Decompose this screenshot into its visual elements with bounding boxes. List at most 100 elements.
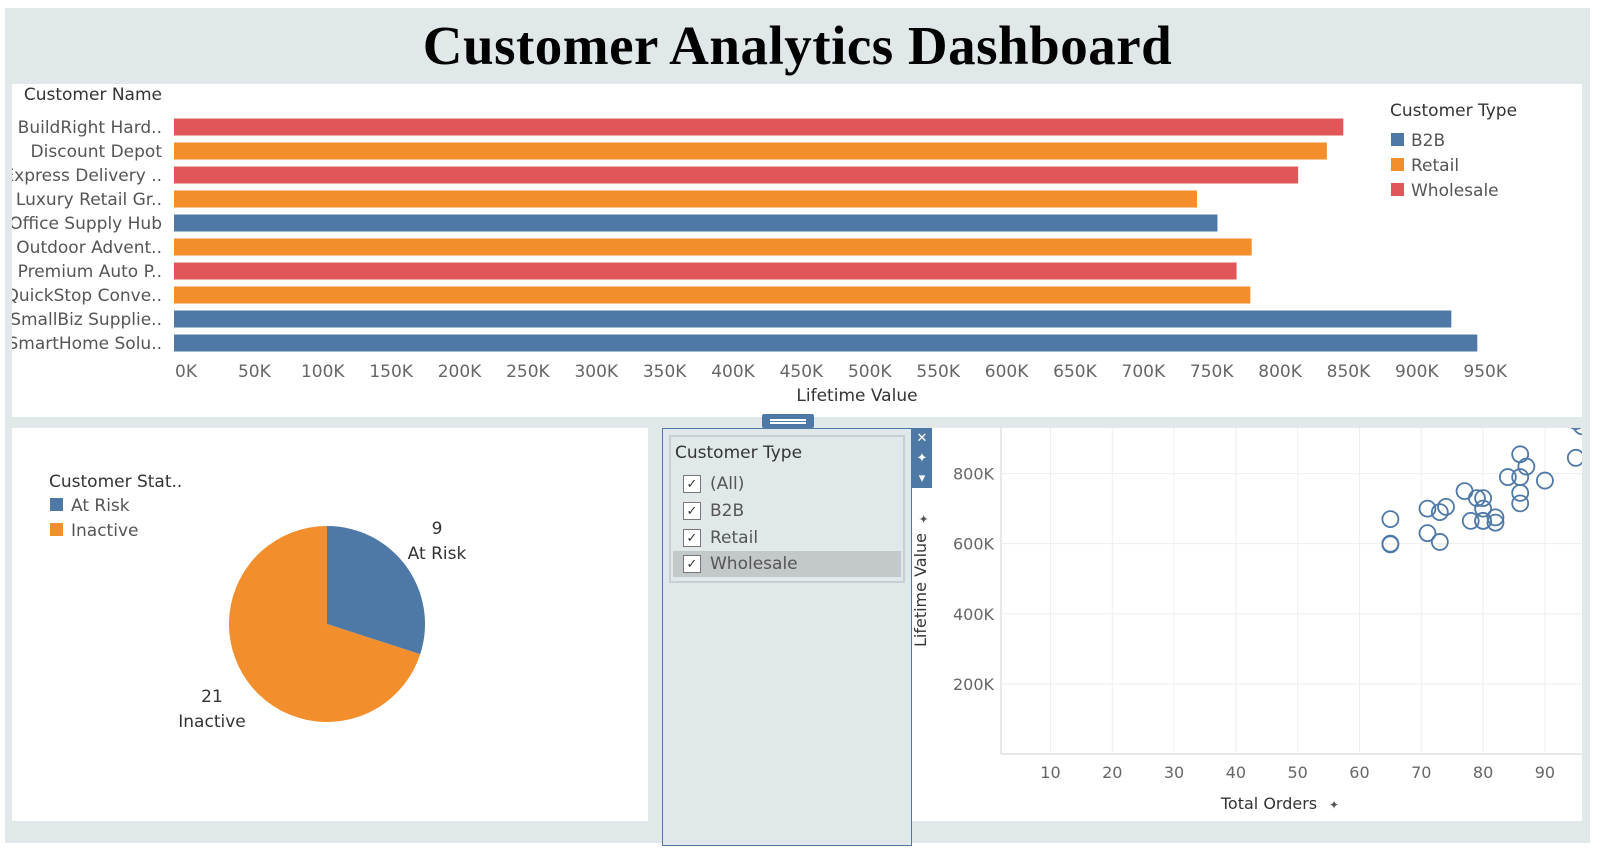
bar-tick-label: 550K <box>916 362 960 382</box>
scatter-x-tick-label: 80 <box>1473 763 1493 782</box>
pie-label-at-risk-name: At Risk <box>408 544 467 564</box>
scatter-x-tick-label: 70 <box>1411 763 1431 782</box>
legend-swatch <box>1391 133 1404 146</box>
bar-category-label: QuickStop Conve.. <box>12 286 162 306</box>
scatter-chart-panel: 200K 400K 600K 800K 10 20 30 40 50 60 70 80 90 Life… <box>901 412 1591 821</box>
bar-tick-label: 450K <box>780 362 824 382</box>
bar-tick-label: 850K <box>1327 362 1371 382</box>
legend-label: Wholesale <box>1411 181 1499 201</box>
scatter-point[interactable] <box>1566 448 1585 467</box>
bar-tick-label: 950K <box>1463 362 1507 382</box>
scatter-y-tick-label: 200K <box>953 675 995 694</box>
pie-chart[interactable]: Customer Stat.. At Risk Inactive 9 At Ris… <box>12 428 648 821</box>
bar[interactable] <box>174 334 1478 352</box>
bar[interactable] <box>174 310 1452 328</box>
filter-item-label: Retail <box>710 528 759 548</box>
close-icon[interactable]: ✕ <box>912 428 932 448</box>
scatter-y-tick-label: 600K <box>953 535 995 554</box>
filter-item-all[interactable]: ✓ (All) <box>673 471 901 497</box>
bar-tick-label: 150K <box>369 362 413 382</box>
bar-chart[interactable]: Customer Name BuildRight Hard.. Discount … <box>3 84 1582 417</box>
filter-title: Customer Type <box>675 443 803 463</box>
filter-item-wholesale[interactable]: ✓ Wholesale <box>673 551 901 577</box>
scatter-x-tick-label: 30 <box>1164 763 1184 782</box>
scatter-point[interactable] <box>1511 494 1530 513</box>
scatter-chart[interactable]: 200K 400K 600K 800K 10 20 30 40 50 60 70 80 90 Life… <box>901 412 1591 821</box>
bar-category-label: SmartHome Solu.. <box>12 334 162 354</box>
drag-handle[interactable] <box>762 414 814 428</box>
bar-tick-label: 500K <box>848 362 892 382</box>
bar-tick-label: 700K <box>1122 362 1166 382</box>
bar[interactable] <box>174 214 1218 232</box>
scatter-x-title: Total Orders <box>1220 794 1317 813</box>
scatter-point[interactable] <box>1381 510 1400 529</box>
pie-label-at-risk-count: 9 <box>432 519 443 539</box>
scatter-x-tick-label: 60 <box>1349 763 1369 782</box>
bar-category-label: Outdoor Advent.. <box>16 238 162 258</box>
legend-swatch <box>50 498 63 511</box>
filter-item-label: B2B <box>710 501 745 521</box>
bar-tick-label: 600K <box>985 362 1029 382</box>
pie-label-inactive-name: Inactive <box>178 712 245 732</box>
scatter-y-tick-label: 400K <box>953 605 995 624</box>
bar[interactable] <box>174 286 1251 304</box>
pie-label-inactive-count: 21 <box>201 687 223 707</box>
filter-item-b2b[interactable]: ✓ B2B <box>673 498 901 524</box>
bar[interactable] <box>174 190 1197 208</box>
legend-label: Retail <box>1411 156 1459 176</box>
scatter-point[interactable] <box>1430 533 1449 551</box>
bar[interactable] <box>174 142 1327 160</box>
bar-tick-label: 800K <box>1258 362 1302 382</box>
bar-tick-label: 750K <box>1190 362 1234 382</box>
bar[interactable] <box>174 166 1299 184</box>
bar-category-label: Premium Auto P.. <box>18 262 162 282</box>
scatter-y-tick-label: 800K <box>953 465 995 484</box>
bar[interactable] <box>174 238 1252 256</box>
scatter-x-tick-label: 50 <box>1288 763 1308 782</box>
bar-tick-label: 50K <box>238 362 272 382</box>
title-bar: Customer Analytics Dashboard <box>5 8 1590 82</box>
filter-card: Customer Type ✓ (All) ✓ B2B ✓ Retail ✓ W… <box>662 428 912 846</box>
bar-tick-label: 350K <box>643 362 687 382</box>
bar[interactable] <box>174 262 1237 280</box>
legend-label: Inactive <box>71 521 138 541</box>
bar-tick-label: 200K <box>438 362 482 382</box>
scatter-point[interactable] <box>1381 535 1400 554</box>
checkbox[interactable]: ✓ <box>683 502 701 520</box>
filter-toolbar: ✕ ✦ ▾ <box>912 428 932 488</box>
bar-row-header: Customer Name <box>24 85 162 105</box>
bar[interactable] <box>174 118 1344 136</box>
filter-item-label: (All) <box>710 474 745 494</box>
dashboard-title: Customer Analytics Dashboard <box>422 14 1173 76</box>
legend-label: B2B <box>1411 131 1445 151</box>
bar-legend-title: Customer Type <box>1390 101 1517 121</box>
filter-item-label: Wholesale <box>710 554 798 574</box>
scatter-x-tick-label: 90 <box>1535 763 1555 782</box>
bar-tick-label: 400K <box>711 362 755 382</box>
filter-item-retail[interactable]: ✓ Retail <box>673 525 901 551</box>
filter-list: Customer Type ✓ (All) ✓ B2B ✓ Retail ✓ W… <box>669 435 905 583</box>
bar-category-label: Office Supply Hub <box>12 214 162 234</box>
bar-category-label: BuildRight Hard.. <box>18 118 162 138</box>
bar-tick-label: 900K <box>1395 362 1439 382</box>
dropdown-menu-icon[interactable]: ▾ <box>912 468 932 488</box>
scatter-y-title: Lifetime Value <box>911 533 930 647</box>
scatter-point[interactable] <box>1511 445 1530 464</box>
scatter-x-tick-label: 20 <box>1102 763 1122 782</box>
checkbox[interactable]: ✓ <box>683 555 701 573</box>
bar-tick-label: 100K <box>301 362 345 382</box>
pie-chart-panel: Customer Stat.. At Risk Inactive 9 At Ris… <box>12 428 648 821</box>
scatter-point[interactable] <box>1455 482 1474 500</box>
legend-swatch <box>1391 183 1404 196</box>
legend-swatch <box>50 523 63 536</box>
scatter-x-tick-label: 40 <box>1226 763 1246 782</box>
pin-icon[interactable]: ✦ <box>912 448 932 468</box>
pin-icon: ✦ <box>1329 798 1339 812</box>
bar-axis-title: Lifetime Value <box>796 386 917 406</box>
bar-tick-label: 250K <box>506 362 550 382</box>
checkbox[interactable]: ✓ <box>683 475 701 493</box>
bar-chart-panel: Customer Name BuildRight Hard.. Discount … <box>3 84 1582 417</box>
checkbox[interactable]: ✓ <box>683 529 701 547</box>
legend-swatch <box>1391 158 1404 171</box>
bar-tick-label: 0K <box>175 362 198 382</box>
